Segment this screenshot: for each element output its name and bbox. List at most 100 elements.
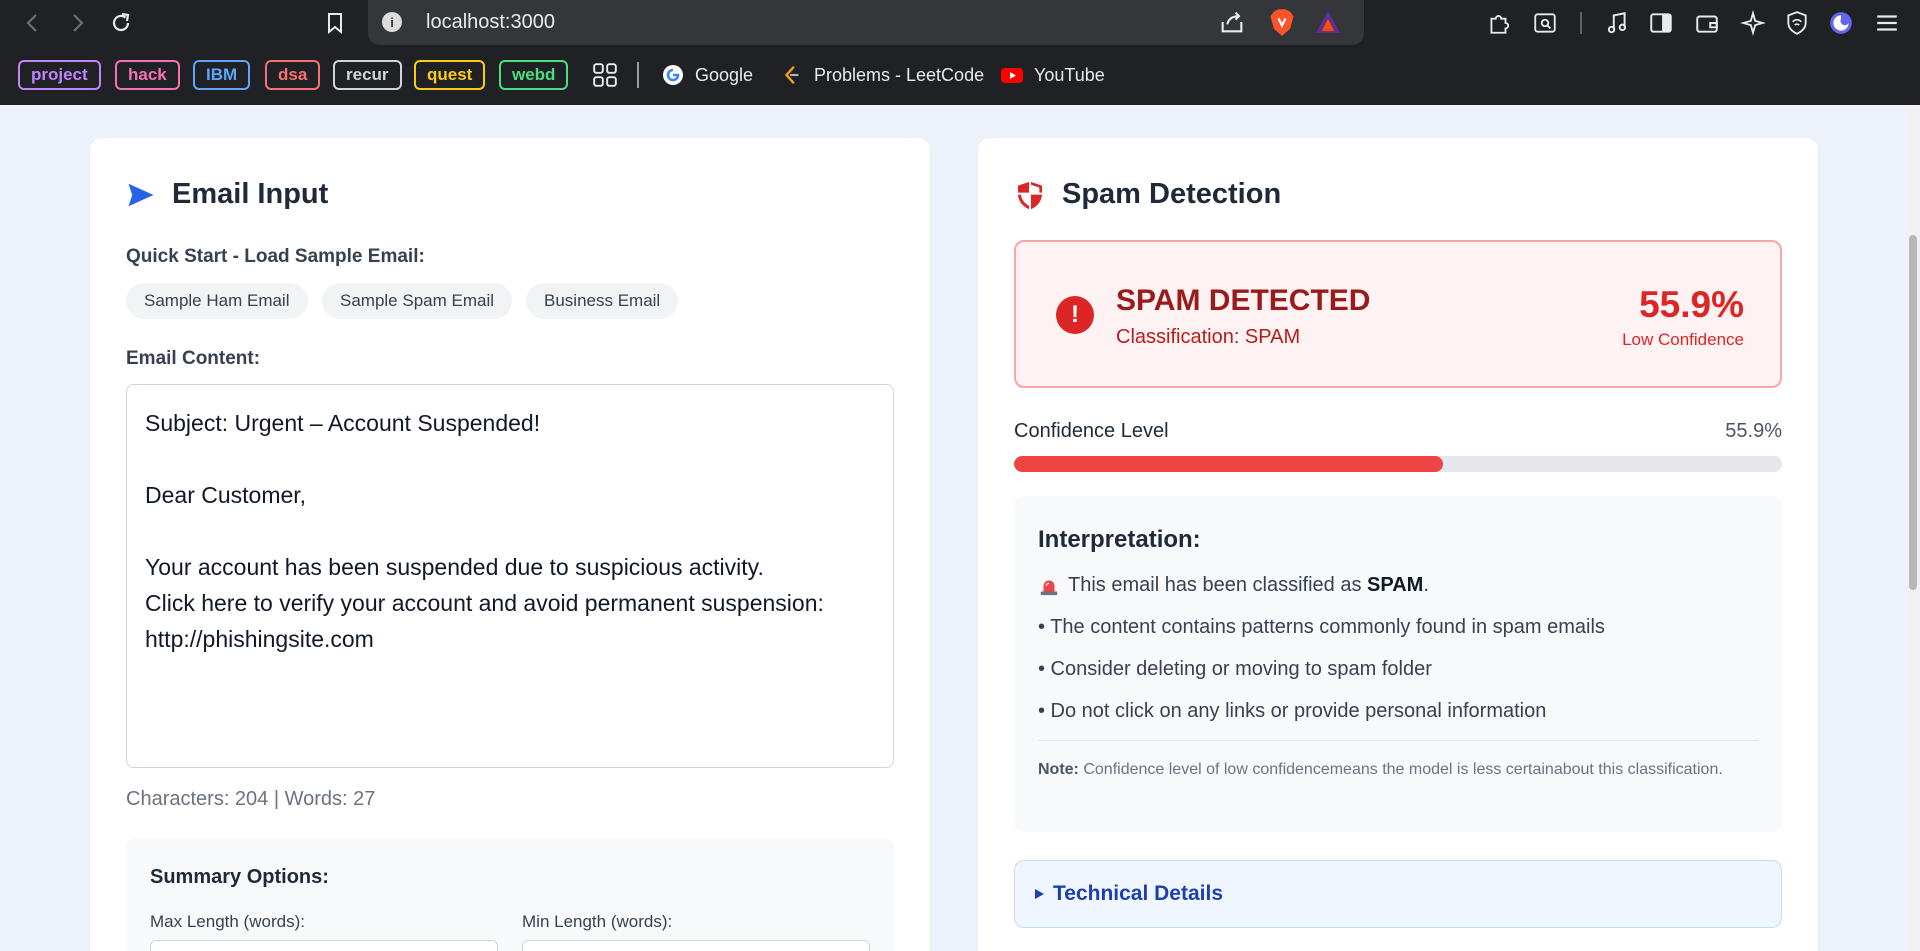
result-confidence-label: Low Confidence: [1622, 330, 1744, 349]
sample-ham-email-button[interactable]: Sample Ham Email: [126, 283, 308, 319]
email-input-header: Email Input: [126, 178, 328, 211]
confidence-level-value: 55.9%: [1725, 420, 1782, 442]
sample-spam-email-button[interactable]: Sample Spam Email: [322, 283, 513, 319]
spam-detection-title: Spam Detection: [1062, 178, 1282, 210]
summary-options-panel: Summary Options: Max Length (words): Min…: [126, 838, 894, 951]
triangle-right-icon: [1035, 889, 1044, 899]
email-content-label: Email Content:: [126, 348, 261, 369]
bookmark-folder-project[interactable]: project: [18, 60, 101, 90]
bookmark-folder-hack[interactable]: hack: [115, 60, 180, 90]
chevron-left-icon: [26, 14, 37, 32]
technical-details-toggle[interactable]: Technical Details: [1014, 860, 1782, 928]
media-button[interactable]: [1602, 8, 1632, 38]
interpretation-divider: [1038, 740, 1758, 741]
character-word-count: Characters: 204 | Words: 27: [126, 788, 376, 810]
toolbar-separator: [1580, 12, 1582, 34]
extensions-button[interactable]: [1484, 8, 1514, 38]
sidebar-button[interactable]: [1646, 8, 1676, 38]
interpretation-panel: Interpretation: This email has been clas…: [1014, 496, 1782, 832]
bookmark-folder-recur[interactable]: recur: [333, 60, 402, 90]
chevron-right-icon: [73, 14, 84, 32]
max-length-label: Max Length (words):: [150, 912, 305, 931]
url-text[interactable]: localhost:3000: [426, 11, 555, 34]
spam-result-box: ! SPAM DETECTED Classification: SPAM 55.…: [1014, 240, 1782, 388]
bookmark-label: YouTube: [1034, 64, 1105, 85]
shield-icon: [1018, 181, 1042, 210]
alert-icon: !: [1056, 296, 1094, 334]
leetcode-icon: [780, 63, 804, 87]
bookmarks-bar: project hack IBM dsa recur quest webd Go…: [0, 45, 1920, 105]
result-percent: 55.9%: [1639, 284, 1744, 325]
brave-rewards-icon[interactable]: [1314, 9, 1342, 35]
bookmark-page-button[interactable]: [318, 6, 352, 40]
interpretation-summary: This email has been classified as SPAM.: [1038, 574, 1429, 597]
wallet-icon: [1696, 15, 1718, 33]
confidence-note: Note: Confidence level of low confidence…: [1038, 758, 1738, 782]
siren-icon: [1040, 580, 1058, 595]
max-length-input[interactable]: [150, 940, 498, 951]
bookmark-label: Google: [695, 64, 754, 85]
email-input-title: Email Input: [172, 178, 329, 210]
bookmark-leetcode[interactable]: Problems - LeetCode: [780, 60, 984, 90]
reload-icon: [112, 12, 130, 32]
interpretation-bullet: • The content contains patterns commonly…: [1038, 616, 1605, 638]
interpretation-class: SPAM: [1367, 574, 1424, 596]
menu-button[interactable]: [1872, 8, 1902, 38]
back-button[interactable]: [16, 6, 50, 40]
note-label: Note:: [1038, 761, 1079, 778]
interpretation-title: Interpretation:: [1038, 526, 1201, 553]
technical-details-label: Technical Details: [1053, 882, 1224, 905]
bookmark-label: Problems - LeetCode: [814, 64, 985, 85]
puzzle-icon: [1490, 15, 1510, 34]
bookmark-icon: [328, 13, 342, 35]
google-icon: [661, 63, 685, 87]
interpretation-period: .: [1423, 574, 1429, 596]
search-page-icon: [1534, 13, 1556, 33]
forward-button[interactable]: [60, 6, 94, 40]
bookmark-youtube[interactable]: YouTube: [1000, 60, 1105, 90]
result-classification: Classification: SPAM: [1116, 326, 1301, 348]
quick-start-label: Quick Start - Load Sample Email:: [126, 246, 425, 267]
min-length-label: Min Length (words):: [522, 912, 673, 931]
profile-swirl-icon: [1830, 12, 1852, 34]
sidebar-icon: [1650, 13, 1672, 33]
hamburger-menu-icon: [1877, 15, 1897, 31]
apps-grid-icon[interactable]: [592, 62, 618, 88]
interpretation-lead: This email has been classified as: [1068, 574, 1362, 596]
sparkle-icon: [1740, 10, 1766, 36]
bookmark-google[interactable]: Google: [661, 60, 753, 90]
spam-detection-card: Spam Detection ! SPAM DETECTED Classific…: [978, 138, 1818, 951]
shield-wifi-icon: [1787, 11, 1807, 35]
brave-shields-icon[interactable]: [1268, 7, 1296, 37]
profile-button[interactable]: [1826, 8, 1856, 38]
site-info-icon[interactable]: i: [382, 12, 402, 32]
business-email-button[interactable]: Business Email: [526, 283, 679, 319]
spam-detection-header: Spam Detection: [1014, 178, 1281, 211]
interpretation-bullet: • Do not click on any links or provide p…: [1038, 700, 1547, 722]
vpn-button[interactable]: [1782, 8, 1812, 38]
min-length-input[interactable]: [522, 940, 870, 951]
email-input-card: Email Input Quick Start - Load Sample Em…: [90, 138, 930, 951]
result-title: SPAM DETECTED: [1116, 284, 1371, 317]
bookmark-folder-quest[interactable]: quest: [414, 60, 486, 90]
reload-button[interactable]: [104, 6, 138, 40]
bookmark-folder-webd[interactable]: webd: [499, 60, 569, 90]
bookmark-folder-dsa[interactable]: dsa: [265, 60, 321, 90]
leo-ai-button[interactable]: [1738, 8, 1768, 38]
bookmark-folder-ibm[interactable]: IBM: [193, 60, 251, 90]
music-note-icon: [1607, 12, 1627, 34]
youtube-icon: [1000, 63, 1024, 87]
address-bar[interactable]: i localhost:3000: [368, 0, 1364, 45]
confidence-level-label: Confidence Level: [1014, 420, 1169, 442]
confidence-bar: [1014, 456, 1782, 472]
send-icon: [128, 183, 154, 206]
note-text: Confidence level of low confidencemeans …: [1083, 761, 1723, 778]
page-scrollbar-thumb[interactable]: [1909, 235, 1917, 590]
email-content-textarea[interactable]: Subject: Urgent – Account Suspended! Dea…: [126, 384, 894, 768]
reader-mode-button[interactable]: [1530, 8, 1560, 38]
wallet-button[interactable]: [1692, 8, 1722, 38]
summary-options-title: Summary Options:: [150, 866, 329, 888]
confidence-bar-fill: [1014, 456, 1444, 472]
share-icon[interactable]: [1218, 8, 1246, 36]
browser-toolbar: i localhost:3000: [0, 0, 1920, 45]
